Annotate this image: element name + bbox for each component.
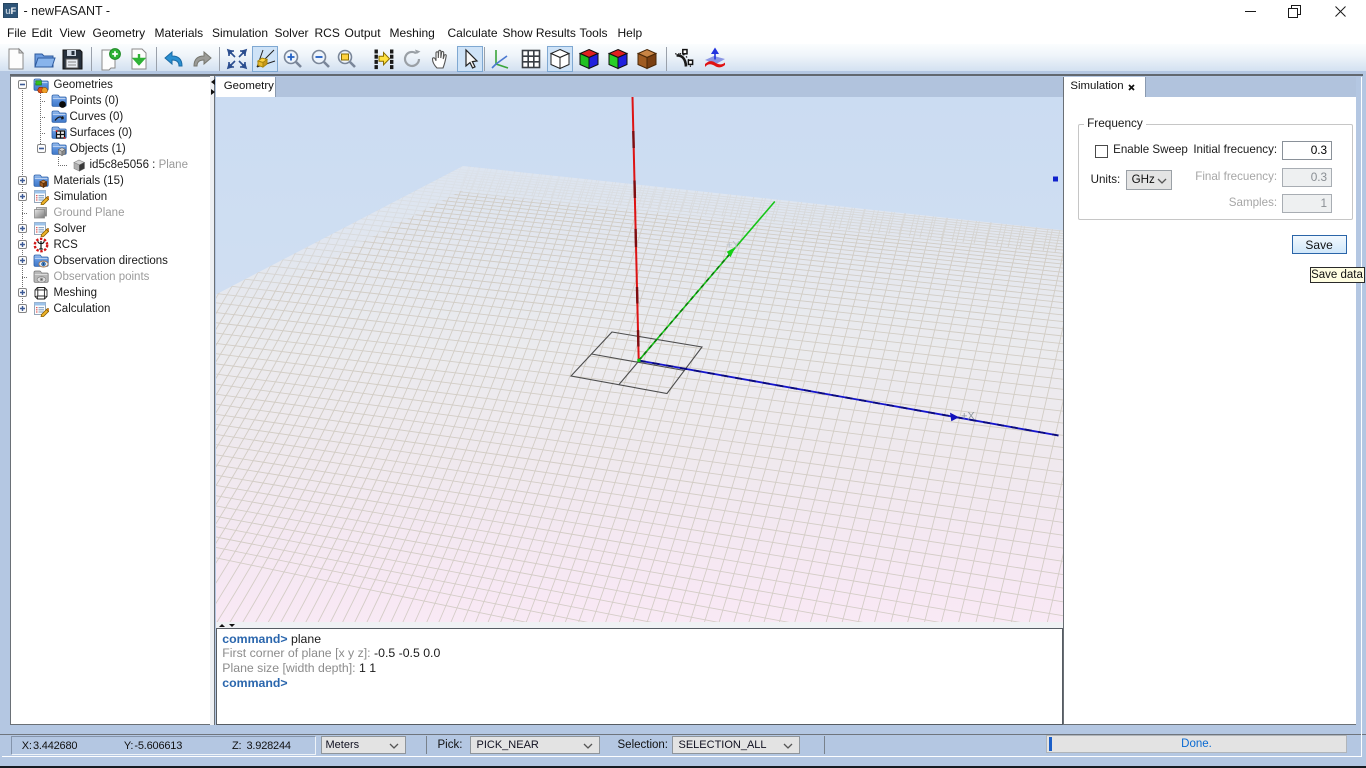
svg-text:+Y: +Y	[726, 240, 740, 252]
svg-text:F: F	[10, 6, 16, 16]
svg-text:+X: +X	[961, 411, 975, 423]
